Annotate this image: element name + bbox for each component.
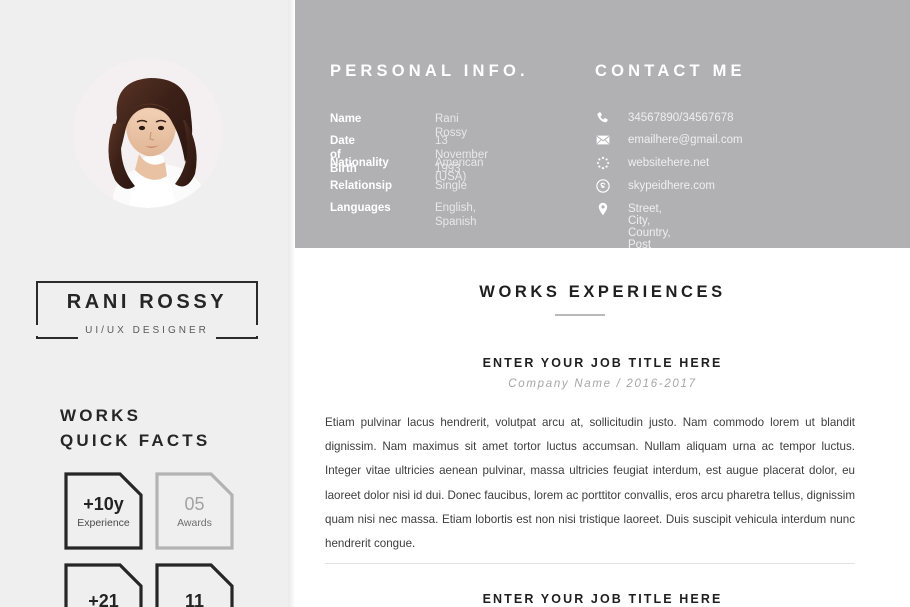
works-experiences-title: WORKS EXPERIENCES — [479, 283, 726, 301]
personal-info-label: Name — [330, 113, 362, 125]
main-content: WORKS EXPERIENCES ENTER YOUR JOB TITLE H… — [295, 248, 910, 607]
badge-border-bottom-right — [216, 337, 258, 339]
job-title: ENTER YOUR JOB TITLE HERE — [482, 592, 723, 606]
avatar — [73, 58, 223, 208]
contact-value: websitehere.net — [628, 157, 710, 169]
fact-box: +21 — [64, 563, 143, 607]
section-divider — [555, 314, 605, 316]
contact-title: CONTACT ME — [595, 62, 746, 80]
job-description: Etiam pulvinar lacus hendrerit, volutpat… — [325, 416, 855, 551]
fact-value: 05 — [184, 493, 205, 514]
personal-info-label: Relationsip — [330, 180, 392, 192]
profile-photo-image — [73, 58, 223, 208]
personal-info-value: Single — [435, 180, 467, 192]
envelope-icon — [596, 135, 610, 145]
entry-divider — [325, 563, 855, 564]
fact-box: 05 Awards — [155, 472, 234, 550]
quick-facts-heading-line2: QUICK FACTS — [60, 431, 211, 450]
personal-info-label: Languages — [330, 202, 391, 214]
contact-value: Street, City, Country, Post — [628, 203, 671, 251]
fact-value: 11 — [184, 590, 205, 607]
contact-value: 34567890/34567678 — [628, 112, 734, 124]
contact-value: skypeidhere.com — [628, 180, 715, 192]
fact-box: +10y Experience — [64, 472, 143, 550]
badge-border-top — [36, 281, 258, 283]
phone-icon — [597, 112, 608, 123]
personal-info-label: Nationality — [330, 157, 389, 169]
fact-value: +21 — [88, 590, 119, 607]
fact-label: Experience — [77, 516, 130, 529]
sidebar-edge-shadow — [288, 0, 295, 607]
fact-value: +10y — [83, 493, 124, 514]
globe-icon — [596, 156, 610, 170]
quick-facts-heading: WORKS QUICK FACTS — [60, 403, 210, 453]
job-company: Company Name / 2016-2017 — [508, 378, 697, 390]
job-title: ENTER YOUR JOB TITLE HERE — [482, 356, 723, 370]
contact-value: emailhere@gmail.com — [628, 134, 743, 146]
skype-icon — [596, 179, 610, 193]
person-role: UI/UX DESIGNER — [36, 325, 258, 336]
personal-info-value: English, Spanish — [435, 202, 477, 228]
name-badge: RANI ROSSY UI/UX DESIGNER — [36, 281, 258, 339]
quick-facts-heading-line1: WORKS — [60, 406, 142, 425]
location-icon — [598, 202, 608, 216]
header-panel: PERSONAL INFO. CONTACT ME Name Rani Ross… — [295, 0, 910, 251]
personal-info-title: PERSONAL INFO. — [330, 62, 529, 80]
sidebar: RANI ROSSY UI/UX DESIGNER WORKS QUICK FA… — [0, 0, 295, 607]
fact-box: 11 — [155, 563, 234, 607]
fact-label: Awards — [177, 516, 212, 529]
badge-border-bottom-left — [36, 337, 78, 339]
person-name: RANI ROSSY — [66, 291, 228, 313]
